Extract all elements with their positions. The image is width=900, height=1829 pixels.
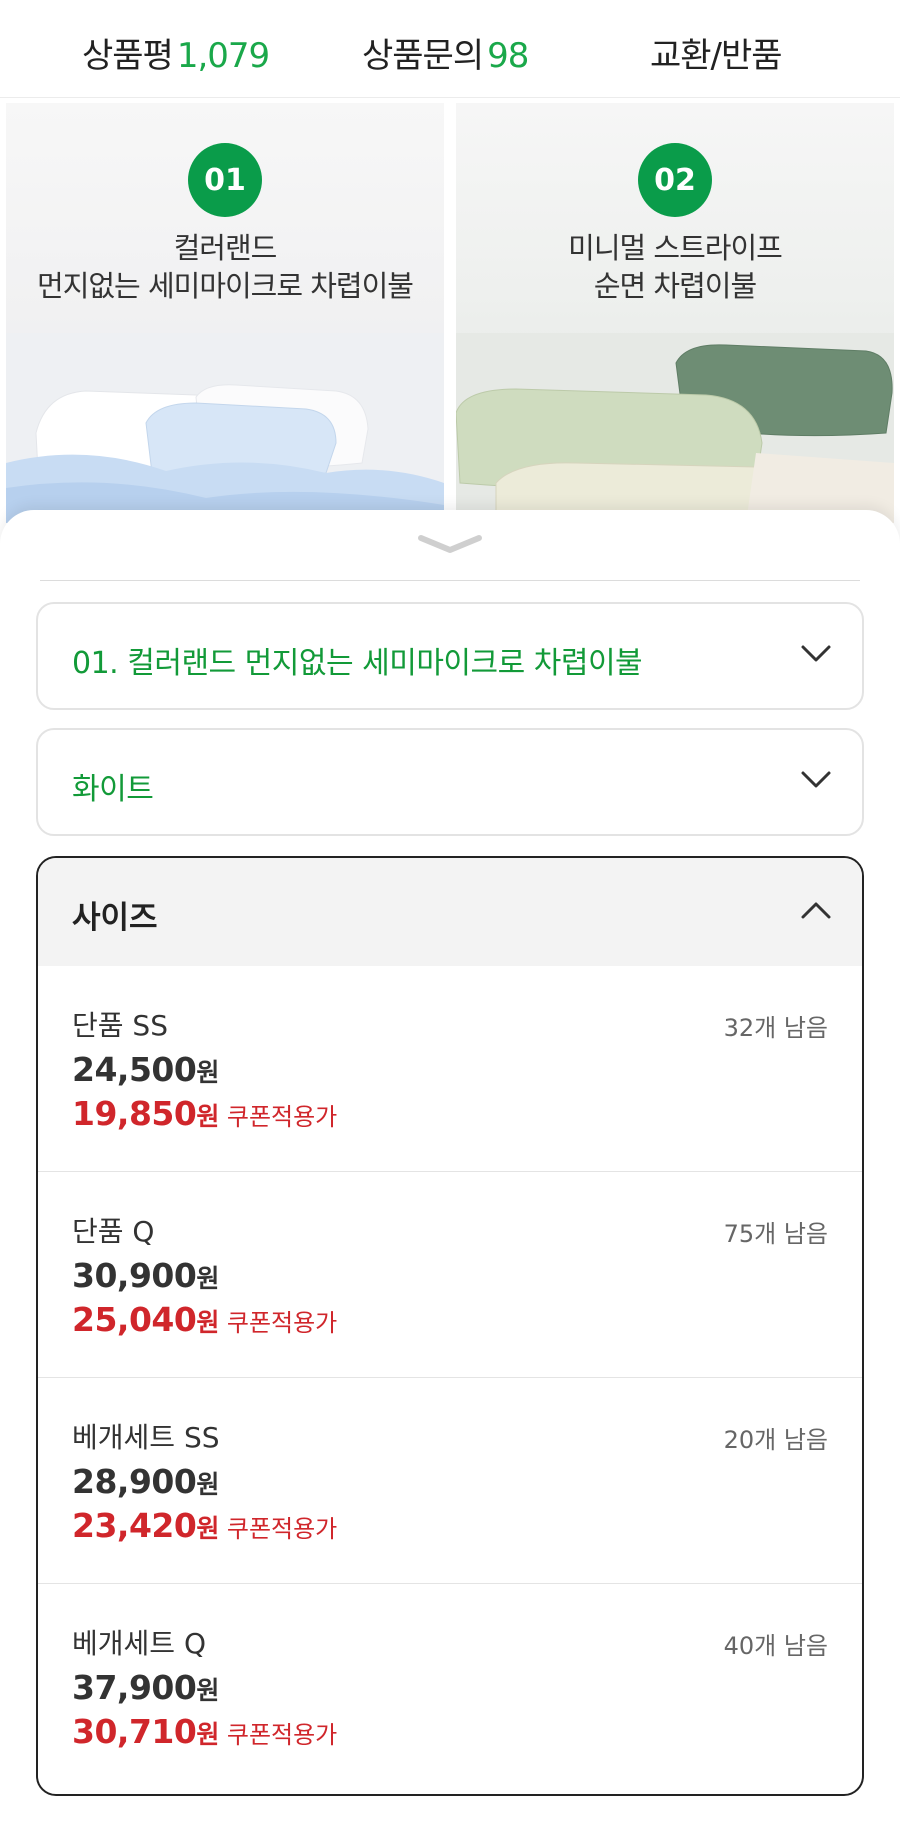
option-card-2[interactable]: 02 미니멀 스트라이프 순면 차렵이불 — [456, 103, 894, 523]
option-cards: 01 컬러랜드 먼지없는 세미마이크로 차렵이불 02 미니멀 스트라이프 순면… — [0, 103, 900, 523]
coupon-price-value: 25,040 — [72, 1300, 197, 1339]
currency-unit: 원 — [196, 1514, 219, 1543]
option-card-title: 컬러랜드 먼지없는 세미마이크로 차렵이불 — [6, 229, 444, 305]
size-panel-header[interactable]: 사이즈 — [38, 858, 862, 966]
coupon-price-label: 쿠폰적용가 — [226, 1721, 338, 1749]
tab-reviews-count: 1,079 — [176, 36, 270, 76]
regular-price: 24,500원 — [72, 1050, 219, 1089]
stock-remaining: 20개 남음 — [723, 1426, 828, 1454]
color-option-value: 화이트 — [72, 772, 154, 807]
currency-unit: 원 — [196, 1676, 219, 1705]
option-bottom-sheet: 01. 컬러랜드 먼지없는 세미마이크로 차렵이불 화이트 사이즈 단품 SS … — [0, 510, 900, 1829]
tab-questions[interactable]: 상품문의 98 — [362, 28, 529, 77]
option-number-badge: 01 — [188, 143, 262, 217]
option-card-title-line2: 순면 차렵이불 — [593, 269, 757, 303]
option-card-title: 미니멀 스트라이프 순면 차렵이불 — [456, 229, 894, 305]
coupon-price-label: 쿠폰적용가 — [226, 1103, 338, 1131]
regular-price-value: 30,900 — [72, 1256, 197, 1295]
currency-unit: 원 — [196, 1102, 219, 1131]
size-option-item[interactable]: 단품 SS 32개 남음 24,500원 19,850원 쿠폰적용가 — [38, 966, 862, 1172]
size-option-name: 단품 SS — [72, 1009, 168, 1042]
size-option-name: 베개세트 SS — [72, 1421, 220, 1454]
size-option-name: 단품 Q — [72, 1215, 155, 1248]
regular-price: 30,900원 — [72, 1256, 219, 1295]
option-number-badge: 02 — [638, 143, 712, 217]
regular-price: 28,900원 — [72, 1462, 219, 1501]
option-card-title-line2: 먼지없는 세미마이크로 차렵이불 — [37, 269, 414, 303]
size-option-panel: 사이즈 단품 SS 32개 남음 24,500원 19,850원 쿠폰적용가 단품… — [36, 856, 864, 1796]
option-card-title-line1: 미니멀 스트라이프 — [568, 231, 783, 265]
coupon-price-value: 19,850 — [72, 1094, 197, 1133]
regular-price-value: 28,900 — [72, 1462, 197, 1501]
size-option-item[interactable]: 베개세트 Q 40개 남음 37,900원 30,710원 쿠폰적용가 — [38, 1584, 862, 1790]
tab-reviews[interactable]: 상품평 1,079 — [82, 28, 270, 77]
stock-remaining: 40개 남음 — [723, 1632, 828, 1660]
tab-questions-count: 98 — [487, 36, 529, 76]
size-option-item[interactable]: 베개세트 SS 20개 남음 28,900원 23,420원 쿠폰적용가 — [38, 1378, 862, 1584]
currency-unit: 원 — [196, 1720, 219, 1749]
coupon-price-label: 쿠폰적용가 — [226, 1515, 338, 1543]
currency-unit: 원 — [196, 1308, 219, 1337]
coupon-price: 19,850원 쿠폰적용가 — [72, 1094, 337, 1133]
size-option-item[interactable]: 단품 Q 75개 남음 30,900원 25,040원 쿠폰적용가 — [38, 1172, 862, 1378]
stock-remaining: 32개 남음 — [723, 1014, 828, 1042]
chevron-up-icon — [801, 902, 831, 919]
currency-unit: 원 — [196, 1058, 219, 1087]
size-option-name: 베개세트 Q — [72, 1627, 206, 1660]
product-option-select[interactable]: 01. 컬러랜드 먼지없는 세미마이크로 차렵이불 — [36, 602, 864, 710]
bedding-image-light-blue — [6, 333, 444, 523]
regular-price-value: 24,500 — [72, 1050, 197, 1089]
product-option-value: 01. 컬러랜드 먼지없는 세미마이크로 차렵이불 — [72, 646, 643, 681]
coupon-price: 23,420원 쿠폰적용가 — [72, 1506, 337, 1545]
coupon-price-value: 23,420 — [72, 1506, 197, 1545]
tab-reviews-label: 상품평 — [82, 36, 174, 76]
chevron-down-icon[interactable] — [415, 532, 485, 556]
coupon-price-label: 쿠폰적용가 — [226, 1309, 338, 1337]
currency-unit: 원 — [196, 1470, 219, 1499]
coupon-price: 30,710원 쿠폰적용가 — [72, 1712, 337, 1751]
tab-exchange-return-label: 교환/반품 — [650, 36, 783, 76]
size-panel-label: 사이즈 — [72, 900, 158, 936]
chevron-down-icon — [801, 645, 831, 662]
divider — [40, 580, 860, 581]
regular-price: 37,900원 — [72, 1668, 219, 1707]
regular-price-value: 37,900 — [72, 1668, 197, 1707]
currency-unit: 원 — [196, 1264, 219, 1293]
tab-questions-label: 상품문의 — [362, 36, 484, 76]
chevron-down-icon — [801, 771, 831, 788]
bedding-image-green — [456, 333, 894, 523]
color-option-select[interactable]: 화이트 — [36, 728, 864, 836]
coupon-price: 25,040원 쿠폰적용가 — [72, 1300, 337, 1339]
stock-remaining: 75개 남음 — [723, 1220, 828, 1248]
review-tabs: 상품평 1,079 상품문의 98 교환/반품 — [0, 0, 900, 98]
coupon-price-value: 30,710 — [72, 1712, 197, 1751]
option-card-1[interactable]: 01 컬러랜드 먼지없는 세미마이크로 차렵이불 — [6, 103, 444, 523]
tab-exchange-return[interactable]: 교환/반품 — [650, 28, 783, 77]
option-card-title-line1: 컬러랜드 — [173, 231, 278, 265]
